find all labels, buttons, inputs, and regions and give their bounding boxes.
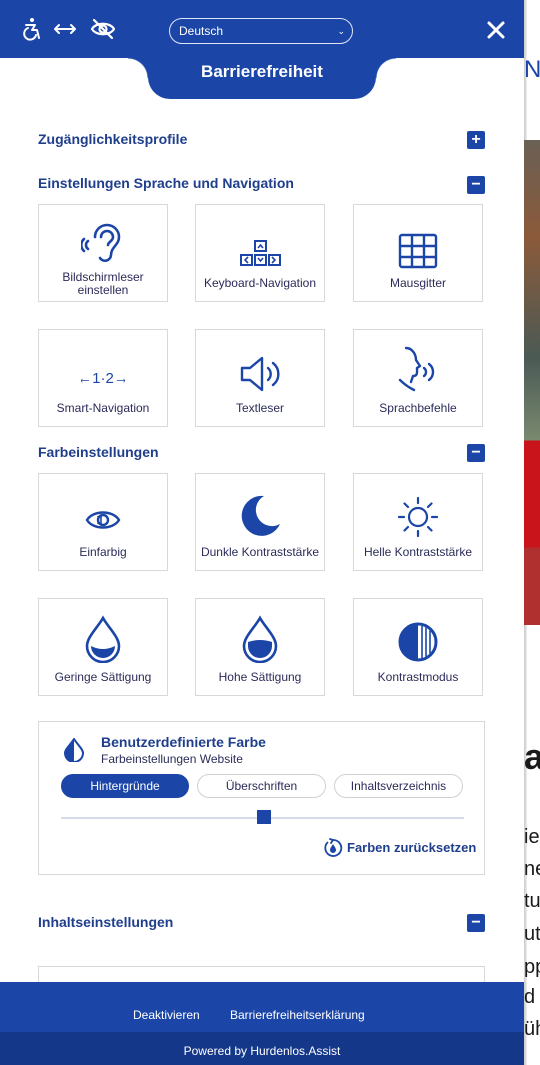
panel-footer: Deaktivieren Barrierefreiheitserklärung xyxy=(0,982,524,1032)
deactivate-link[interactable]: Deaktivieren xyxy=(133,1008,200,1022)
card-label: Geringe Sättigung xyxy=(54,670,152,684)
collapse-language-navigation-button[interactable]: − xyxy=(467,176,485,194)
custom-color-subtitle: Farbeinstellungen Website xyxy=(101,752,243,766)
high-saturation-card[interactable]: Hohe Sättigung xyxy=(195,598,325,696)
card-label: Hohe Sättigung xyxy=(218,670,302,684)
tab-headings[interactable]: Überschriften xyxy=(197,774,326,798)
card-label: Smart-Navigation xyxy=(56,401,150,415)
half-drop-icon xyxy=(63,737,85,763)
accessibility-panel: Deutsch ⌄ Barrierefreiheit Zugänglichkei… xyxy=(0,0,524,1065)
page-edge-text: üh xyxy=(524,1018,540,1040)
moon-icon xyxy=(196,474,324,538)
dark-contrast-card[interactable]: Dunkle Kontraststärke xyxy=(195,473,325,571)
custom-color-panel: Benutzerdefinierte Farbe Farbeinstellung… xyxy=(38,721,485,875)
voice-head-icon xyxy=(354,330,482,394)
contrast-mode-icon xyxy=(354,599,482,663)
text-reader-card[interactable]: Textleser xyxy=(195,329,325,427)
monochrome-eye-icon xyxy=(39,474,167,532)
sun-icon xyxy=(354,474,482,538)
keyboard-navigation-card[interactable]: Keyboard-Navigation xyxy=(195,204,325,302)
page-edge-text: ne xyxy=(524,858,540,880)
language-select-value: Deutsch xyxy=(179,24,224,38)
card-label: Mausgitter xyxy=(389,276,447,290)
page-edge-text: pp xyxy=(524,956,540,978)
language-select[interactable]: Deutsch ⌄ xyxy=(169,18,353,44)
tab-table-of-contents[interactable]: Inhaltsverzeichnis xyxy=(334,774,463,798)
accessibility-person-icon[interactable] xyxy=(18,16,44,42)
light-contrast-card[interactable]: Helle Kontraststärke xyxy=(353,473,483,571)
reset-colors-label: Farben zurücksetzen xyxy=(347,840,477,855)
custom-color-title: Benutzerdefinierte Farbe xyxy=(101,734,266,750)
drop-high-icon xyxy=(196,599,324,663)
ear-sound-icon xyxy=(39,205,167,269)
page-edge-text: ie xyxy=(524,826,540,848)
reset-icon xyxy=(323,838,343,858)
card-label: Keyboard-Navigation xyxy=(203,276,317,290)
collapse-content-button[interactable]: − xyxy=(467,914,485,932)
low-saturation-card[interactable]: Geringe Sättigung xyxy=(38,598,168,696)
mouse-grid-card[interactable]: Mausgitter xyxy=(353,204,483,302)
card-label: Kontrastmodus xyxy=(377,670,459,684)
page-edge-text: tul xyxy=(524,890,540,912)
page-edge-text: N xyxy=(524,56,540,83)
collapse-color-button[interactable]: − xyxy=(467,444,485,462)
panel-title: Barrierefreiheit xyxy=(201,62,323,81)
speaker-icon xyxy=(196,330,324,394)
page-edge-image xyxy=(524,140,540,625)
underlying-webpage: N a ie ne tul ut pp d I üh xyxy=(524,0,540,1065)
card-label: Bildschirmleser einstellen xyxy=(62,270,144,297)
grid-icon xyxy=(354,205,482,269)
page-edge-text: ut xyxy=(524,923,540,945)
panel-title-tab: Barrierefreiheit xyxy=(128,52,396,99)
panel-topbar: Deutsch ⌄ xyxy=(0,0,524,58)
smart-navigation-card[interactable]: ←1·2→ Smart-Navigation xyxy=(38,329,168,427)
card-label: Helle Kontraststärke xyxy=(363,545,473,559)
chevron-down-icon: ⌄ xyxy=(337,26,345,36)
screen-reader-card[interactable]: Bildschirmleser einstellen xyxy=(38,204,168,302)
arrow-keys-icon xyxy=(196,205,324,269)
card-label: Dunkle Kontraststärke xyxy=(200,545,320,559)
tab-backgrounds[interactable]: Hintergründe xyxy=(61,774,189,798)
card-label: Einfarbig xyxy=(79,545,127,559)
drop-low-icon xyxy=(39,599,167,663)
section-title-content[interactable]: Inhaltseinstellungen xyxy=(38,914,173,930)
svg-text:←1·2→: ←1·2→ xyxy=(81,370,125,386)
section-title-color[interactable]: Farbeinstellungen xyxy=(38,444,159,460)
card-label: Textleser xyxy=(235,401,285,415)
monochrome-card[interactable]: Einfarbig xyxy=(38,473,168,571)
voice-commands-card[interactable]: Sprachbefehle xyxy=(353,329,483,427)
section-title-language-navigation[interactable]: Einstellungen Sprache und Navigation xyxy=(38,175,294,191)
section-title-profiles[interactable]: Zugänglichkeitsprofile xyxy=(38,131,187,147)
close-icon[interactable] xyxy=(484,18,508,42)
visibility-off-icon[interactable] xyxy=(90,16,116,42)
page-edge-heading: a xyxy=(524,736,540,777)
contrast-mode-card[interactable]: Kontrastmodus xyxy=(353,598,483,696)
resize-horizontal-icon[interactable] xyxy=(52,16,78,42)
accessibility-statement-link[interactable]: Barrierefreiheitserklärung xyxy=(230,1008,365,1022)
expand-profiles-button[interactable]: + xyxy=(467,131,485,149)
smart-navigation-icon: ←1·2→ xyxy=(39,330,167,386)
page-edge-text: d I xyxy=(524,986,540,1008)
color-slider-thumb[interactable] xyxy=(257,810,271,824)
card-label: Sprachbefehle xyxy=(379,401,457,415)
powered-by[interactable]: Powered by Hurdenlos.Assist xyxy=(0,1032,524,1065)
